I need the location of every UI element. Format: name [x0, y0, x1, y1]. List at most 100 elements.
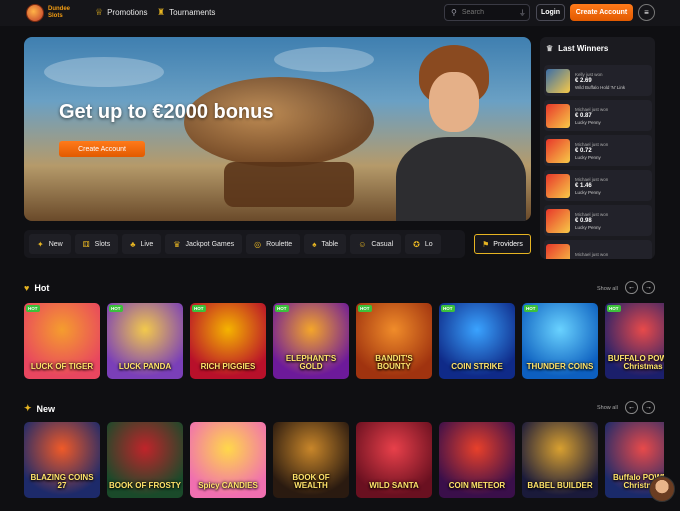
- game-tile[interactable]: COIN METEOR: [439, 422, 515, 498]
- winner-row[interactable]: Michael just won € 1.46 Lucky Penny: [544, 170, 652, 201]
- heroine-body: [396, 137, 526, 221]
- support-chat-avatar[interactable]: [649, 476, 675, 502]
- winner-game: Lucky Penny: [575, 224, 601, 230]
- banner-create-account-button[interactable]: Create Account: [59, 141, 145, 157]
- winner-game-thumbnail: [546, 138, 570, 163]
- winner-game: Wild Buffalo Hold 'N' Link: [575, 84, 626, 90]
- new-prev-arrow-icon[interactable]: ←: [625, 401, 638, 414]
- game-tile[interactable]: BOOK OF FROSTY: [107, 422, 183, 498]
- last-winners-title: Last Winners: [558, 44, 609, 53]
- providers-label: Providers: [493, 240, 523, 248]
- game-tile[interactable]: HOT BUFFALO POWER Christmas: [605, 303, 664, 379]
- game-tile[interactable]: HOT LUCK PANDA: [107, 303, 183, 379]
- search-box[interactable]: ⚲ ⏚: [444, 4, 530, 21]
- category-label: Casual: [371, 240, 394, 248]
- hot-section-title: ♥ Hot: [24, 283, 49, 293]
- game-tile[interactable]: HOT COIN STRIKE: [439, 303, 515, 379]
- providers-button[interactable]: ⚑ Providers: [474, 234, 531, 254]
- category-table[interactable]: ♠ Table: [304, 234, 347, 254]
- winner-row[interactable]: Michael just won € 0.87 Lucky Penny: [544, 100, 652, 131]
- menu-icon[interactable]: ≡: [638, 4, 655, 21]
- promo-banner[interactable]: Get up to €2000 bonus Create Account: [24, 37, 531, 221]
- new-show-all[interactable]: Show all: [597, 405, 618, 411]
- search-input[interactable]: [461, 9, 514, 16]
- trophy-icon: ♕: [95, 7, 104, 17]
- category-label: Jackpot Games: [185, 240, 235, 248]
- fire-icon: ♥: [24, 283, 30, 293]
- category-casual[interactable]: ☺ Casual: [350, 234, 402, 254]
- game-tile[interactable]: HOT RICH PIGGIES: [190, 303, 266, 379]
- game-tile[interactable]: WILD SANTA: [356, 422, 432, 498]
- create-account-button[interactable]: Create Account: [570, 4, 633, 21]
- winner-amount: € 0.72: [575, 147, 592, 154]
- category-label: Roulette: [266, 240, 293, 248]
- winner-game: Lucky Penny: [575, 189, 601, 195]
- winner-row[interactable]: Michael just won € 0.72 Lucky Penny: [544, 135, 652, 166]
- hot-badge: HOT: [524, 305, 538, 312]
- winner-game: Lucky Penny: [575, 119, 601, 125]
- hot-badge: HOT: [192, 305, 206, 312]
- nav-tournaments[interactable]: ♜ Tournaments: [157, 7, 215, 18]
- new-games-row: BLAZING COINS 27 BOOK OF FROSTY Spicy CAND…: [24, 422, 664, 498]
- category-label: Lo: [424, 240, 433, 248]
- winner-row[interactable]: Michael just won € 0.98 Lucky Penny: [544, 205, 652, 236]
- hot-prev-arrow-icon[interactable]: ←: [625, 281, 638, 294]
- game-title: LUCK PANDA: [118, 362, 172, 371]
- new-next-arrow-icon[interactable]: →: [642, 401, 655, 414]
- winner-name: Michael just won: [575, 106, 609, 112]
- filter-icon[interactable]: ⏚: [519, 8, 526, 18]
- hot-badge: HOT: [607, 305, 621, 312]
- search-icon: ⚲: [451, 8, 457, 17]
- winner-row[interactable]: Kelly just won € 2.69 Wild Buffalo Hold 'N…: [544, 65, 652, 96]
- game-title: BOOK OF FROSTY: [109, 481, 181, 490]
- hot-games-row: HOT LUCK OF TIGER HOT LUCK PANDA HOT RICH PIG…: [24, 303, 664, 379]
- winner-name: Michael just won: [575, 176, 609, 182]
- winner-game-thumbnail: [546, 68, 570, 93]
- game-tile[interactable]: BLAZING COINS 27: [24, 422, 100, 498]
- login-button[interactable]: Login: [536, 4, 565, 21]
- game-tile[interactable]: HOT BANDIT'S BOUNTY: [356, 303, 432, 379]
- winner-row[interactable]: Michael just won: [544, 240, 652, 259]
- hot-next-arrow-icon[interactable]: →: [642, 281, 655, 294]
- category-new[interactable]: ✦ New: [29, 234, 71, 254]
- game-tile[interactable]: Spicy CANDIES: [190, 422, 266, 498]
- category-label: Slots: [94, 240, 111, 248]
- top-header: Dundee Slots ♕ Promotions ♜ Tournaments …: [0, 0, 680, 26]
- trophy-icon: ♛: [546, 44, 554, 53]
- game-tile[interactable]: HOT ELEPHANT'S GOLD: [273, 303, 349, 379]
- game-title: THUNDER COINS: [526, 362, 594, 371]
- game-tile[interactable]: BABEL BUILDER: [522, 422, 598, 498]
- hot-show-all[interactable]: Show all: [597, 286, 618, 292]
- winner-game-thumbnail: [546, 173, 570, 198]
- casual-icon: ☺: [358, 239, 367, 249]
- game-tile[interactable]: HOT LUCK OF TIGER: [24, 303, 100, 379]
- category-lo[interactable]: ✪ Lo: [405, 234, 441, 254]
- hot-badge: HOT: [26, 305, 40, 312]
- category-live[interactable]: ♣ Live: [122, 234, 162, 254]
- cloud-decoration: [274, 47, 374, 72]
- category-slots[interactable]: ⚅ Slots: [74, 234, 119, 254]
- jackpot-icon: ♛: [173, 239, 181, 249]
- slot-icon: ⚅: [82, 239, 90, 249]
- hot-badge: HOT: [358, 305, 372, 312]
- category-jackpot-games[interactable]: ♛ Jackpot Games: [165, 234, 243, 254]
- game-title: LUCK OF TIGER: [30, 362, 94, 371]
- game-title: WILD SANTA: [369, 481, 419, 490]
- game-tile[interactable]: HOT THUNDER COINS: [522, 303, 598, 379]
- game-title: COIN STRIKE: [451, 362, 503, 371]
- game-title: BOOK OF WEALTH: [292, 473, 330, 490]
- banner-title: Get up to €2000 bonus: [59, 101, 274, 123]
- winner-game-thumbnail: [546, 208, 570, 233]
- sparkle-icon: ✦: [37, 239, 44, 249]
- game-title: BANDIT'S BOUNTY: [375, 354, 413, 371]
- logo-line2: Slots: [48, 13, 63, 19]
- nav-promotions[interactable]: ♕ Promotions: [95, 7, 148, 18]
- game-tile[interactable]: BOOK OF WEALTH: [273, 422, 349, 498]
- game-title: BUFFALO POWER Christmas: [607, 354, 664, 371]
- category-roulette[interactable]: ◎ Roulette: [246, 234, 301, 254]
- cup-icon: ♜: [157, 7, 166, 17]
- site-logo[interactable]: Dundee Slots: [26, 4, 70, 22]
- category-label: Table: [321, 240, 339, 248]
- winner-amount: € 0.87: [575, 112, 592, 119]
- winner-amount: € 1.46: [575, 182, 592, 189]
